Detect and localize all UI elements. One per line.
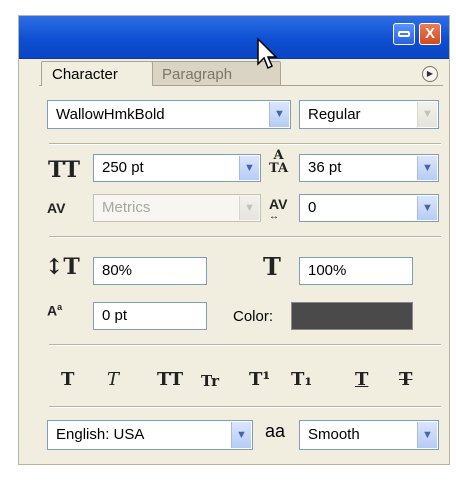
chevron-down-icon[interactable]: ▼ [231,422,251,448]
panel-menu-icon[interactable]: ▶ [422,66,438,82]
font-style-select[interactable]: Regular ▼ [299,100,439,129]
leading-value: 36 pt [308,159,342,176]
small-caps-button[interactable]: Tr [201,372,219,390]
vertical-scale-icon: ↕T [45,254,80,280]
underline-button[interactable]: T [355,369,368,390]
color-label: Color: [233,308,274,325]
all-caps-button[interactable]: TT [157,369,183,390]
tracking-icon: AV ↔ [269,196,288,222]
font-style-value: Regular [308,106,361,123]
tab-character[interactable]: Character [41,61,153,86]
leading-select[interactable]: 36 pt ▼ [299,154,439,182]
chevron-down-icon[interactable]: ▼ [417,196,437,220]
character-panel-window: X Character Paragraph ▶ WallowHmkBold ▼ … [18,15,450,465]
chevron-down-icon: ▼ [239,196,259,220]
color-swatch[interactable] [291,302,413,330]
kerning-value: Metrics [102,199,151,216]
baseline-shift-input[interactable]: 0 pt [93,302,207,330]
horizontal-scale-icon: T [263,252,281,281]
tab-strip: Character Paragraph ▶ [39,59,443,86]
strikethrough-button[interactable]: T [399,369,412,390]
antialias-select[interactable]: Smooth ▼ [299,420,439,450]
tracking-value: 0 [308,199,317,216]
font-size-select[interactable]: 250 pt ▼ [93,154,261,182]
font-family-select[interactable]: WallowHmkBold ▼ [47,100,291,129]
chevron-down-icon[interactable]: ▼ [417,156,437,180]
antialias-icon: aa [265,421,286,441]
close-icon[interactable]: X [419,23,441,45]
chevron-down-icon: ▼ [417,102,437,127]
font-size-value: 250 pt [102,159,144,176]
font-family-value: WallowHmkBold [56,106,165,123]
horizontal-scale-input[interactable]: 100% [299,257,413,285]
minimize-icon[interactable] [393,23,415,45]
antialias-value: Smooth [308,426,360,443]
kerning-icon: AV [47,200,66,216]
faux-italic-button[interactable]: T [107,369,119,390]
chevron-down-icon[interactable]: ▼ [239,156,259,180]
superscript-button[interactable]: T¹ [249,369,270,390]
baseline-shift-icon: Aa [47,302,63,319]
chevron-down-icon[interactable]: ▼ [269,102,289,127]
language-select[interactable]: English: USA ▼ [47,420,253,450]
vertical-scale-input[interactable]: 80% [93,257,207,285]
faux-bold-button[interactable]: T [61,369,74,390]
kerning-select: Metrics ▼ [93,194,261,222]
title-bar[interactable]: X [19,16,449,59]
chevron-down-icon[interactable]: ▼ [417,422,437,448]
font-size-icon: TT [48,157,80,183]
leading-icon: A TA [269,148,289,176]
subscript-button[interactable]: T₁ [291,369,312,390]
language-value: English: USA [56,426,145,443]
tracking-select[interactable]: 0 ▼ [299,194,439,222]
mouse-cursor-icon [257,38,278,70]
